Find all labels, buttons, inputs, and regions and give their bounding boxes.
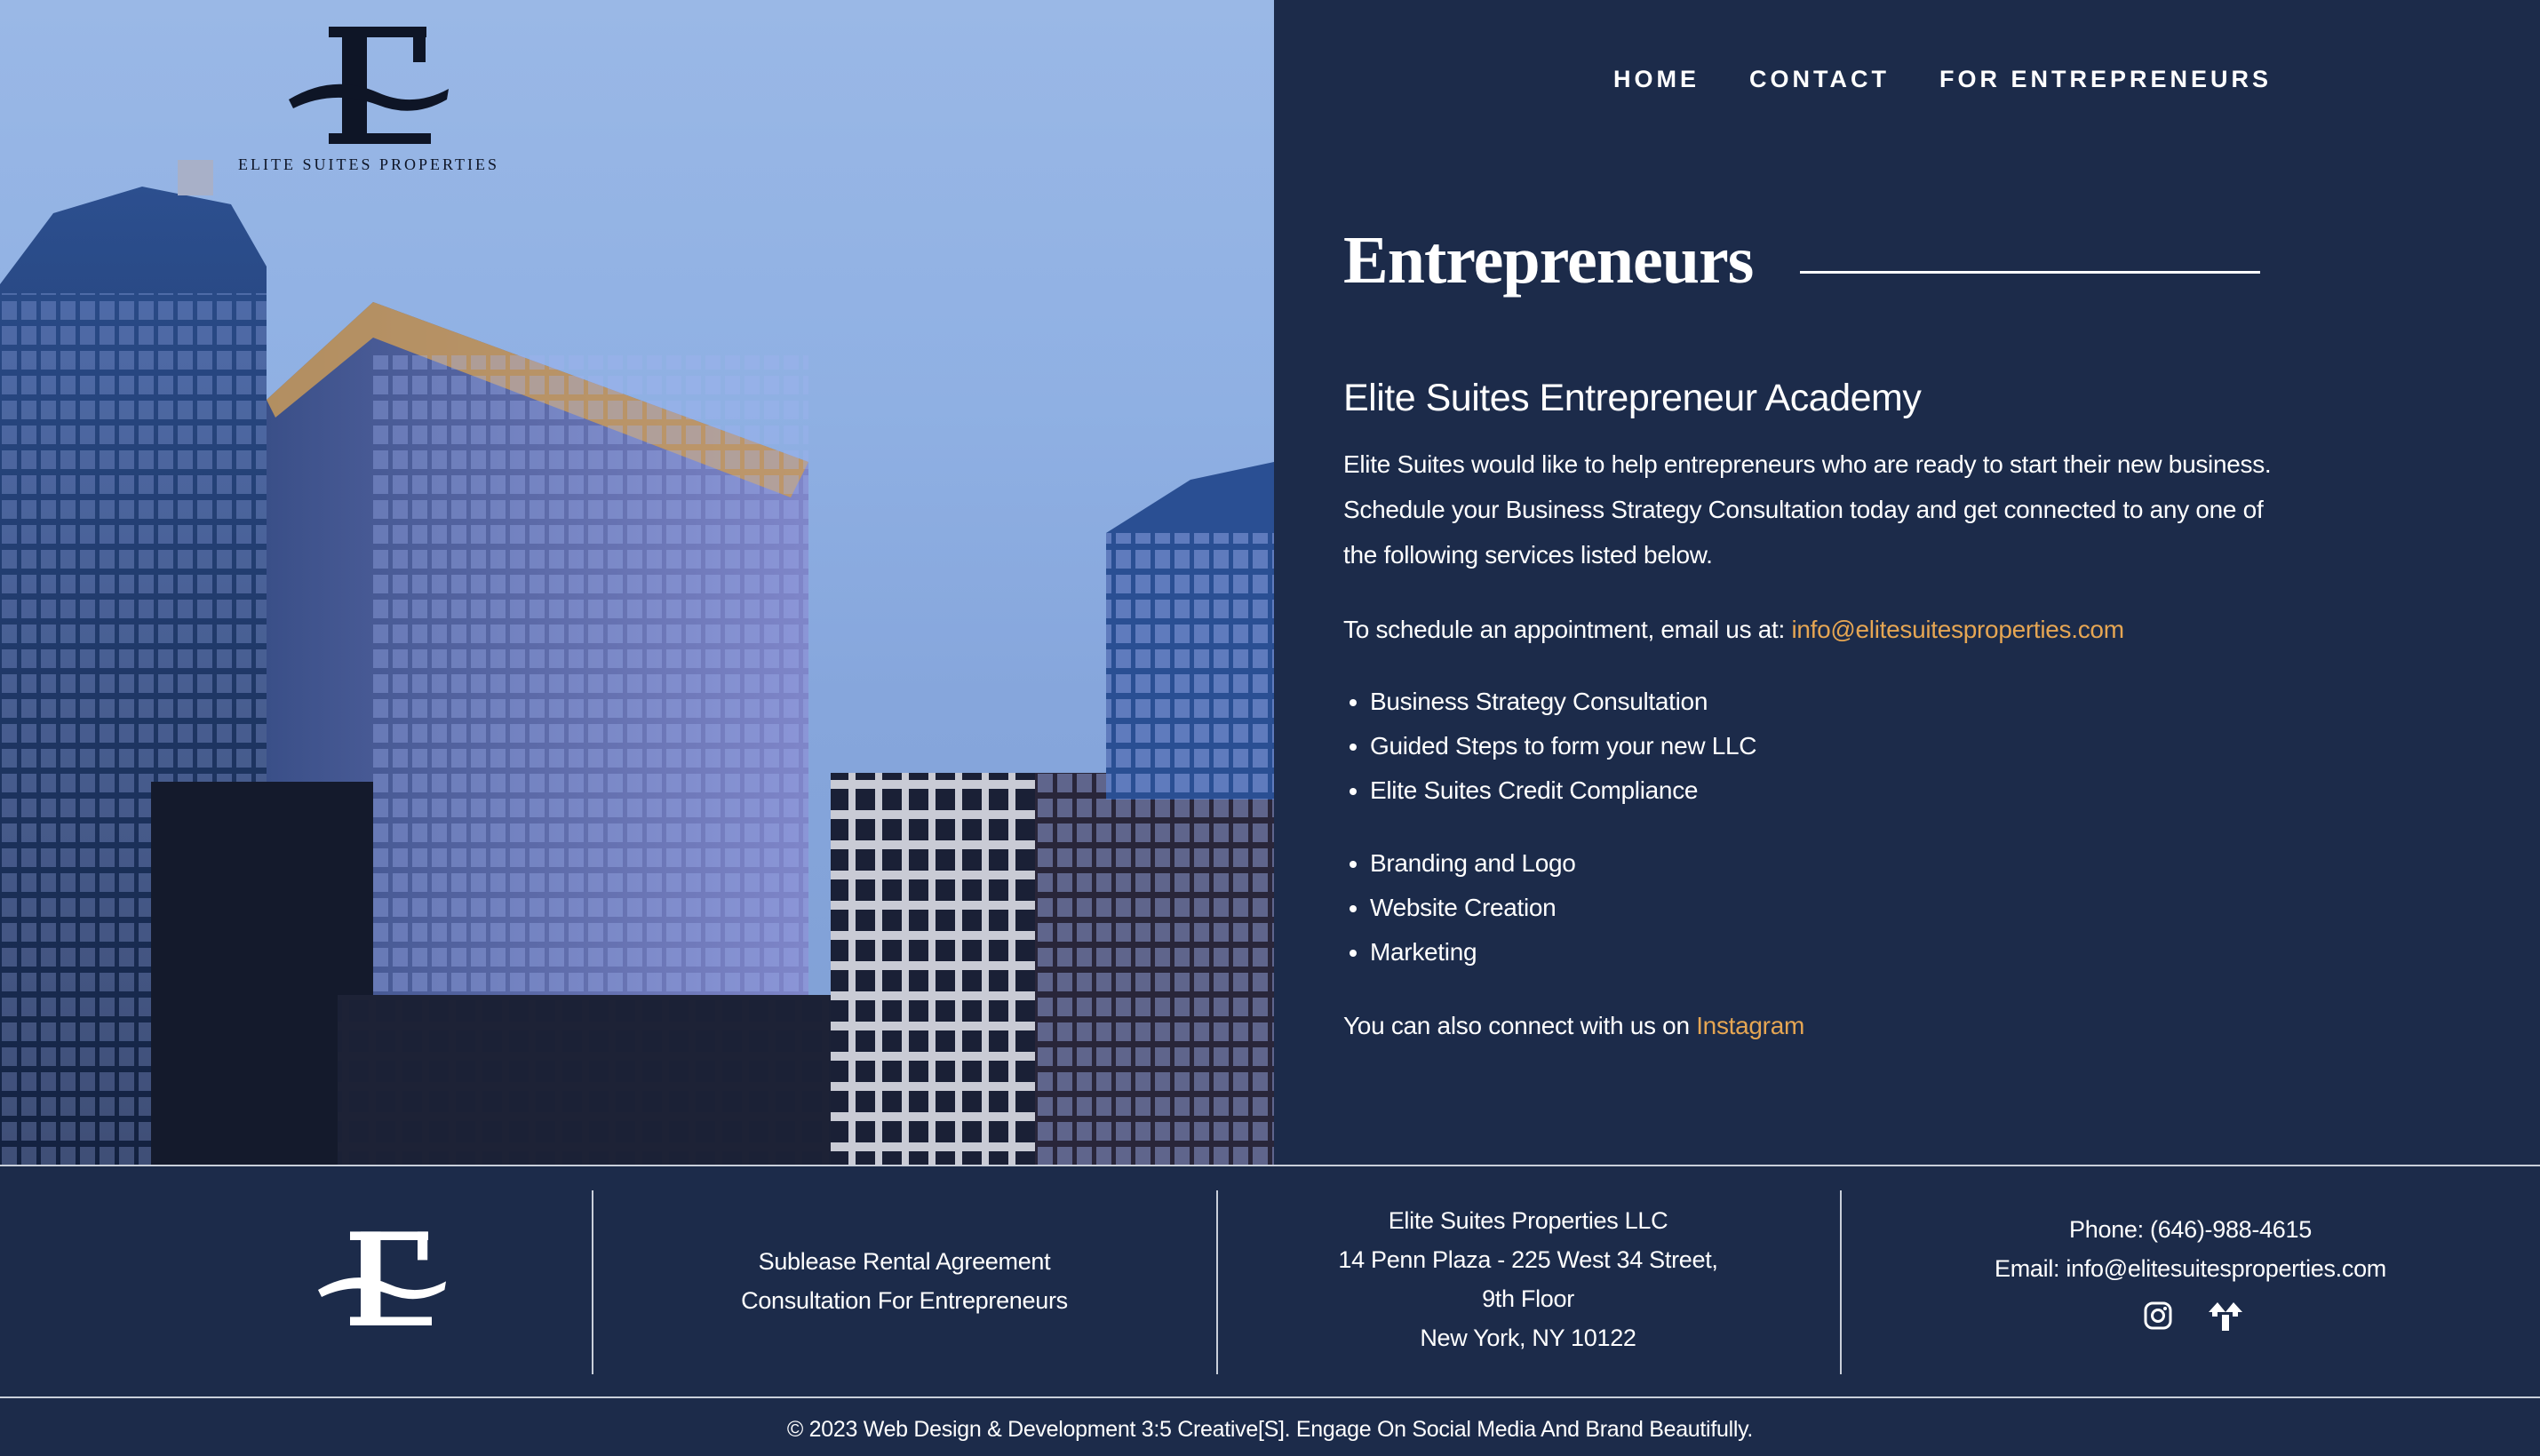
instagram-icon[interactable] bbox=[2143, 1301, 2173, 1331]
footer-email[interactable]: Email: info@elitesuitesproperties.com bbox=[1841, 1249, 2540, 1288]
city-skyline-image bbox=[0, 160, 1274, 1165]
brand-logo[interactable]: ELITE SUITES PROPERTIES bbox=[227, 20, 511, 179]
list-item: Marketing bbox=[1370, 930, 1576, 975]
nav-home[interactable]: HOME bbox=[1613, 66, 1700, 93]
footer-logo-icon[interactable] bbox=[311, 1217, 453, 1341]
footer-link-consultation[interactable]: Consultation For Entrepreneurs bbox=[593, 1281, 1215, 1320]
footer-phone[interactable]: Phone: (646)-988-4615 bbox=[1841, 1210, 2540, 1249]
footer-bottom-divider bbox=[0, 1396, 2540, 1398]
list-item: Website Creation bbox=[1370, 886, 1576, 930]
footer-logo-column bbox=[0, 1190, 592, 1374]
schedule-email-link[interactable]: info@elitesuitesproperties.com bbox=[1791, 616, 2124, 643]
footer-links-column: Sublease Rental Agreement Consultation F… bbox=[593, 1190, 1215, 1374]
intro-paragraph: Elite Suites would like to help entrepre… bbox=[1343, 450, 2272, 569]
content-panel: HOME CONTACT FOR ENTREPRENEURS Entrepren… bbox=[1274, 0, 2540, 1165]
list-item: Elite Suites Credit Compliance bbox=[1370, 768, 1756, 813]
address-line: 14 Penn Plaza - 225 West 34 Street, bbox=[1338, 1246, 1718, 1273]
brand-monogram-icon bbox=[289, 27, 449, 144]
main-nav: HOME CONTACT FOR ENTREPRENEURS bbox=[1613, 66, 2272, 93]
linktree-icon[interactable] bbox=[2208, 1301, 2242, 1331]
list-item: Business Strategy Consultation bbox=[1370, 680, 1756, 724]
title-divider bbox=[1800, 271, 2260, 274]
footer-top-divider bbox=[0, 1165, 2540, 1166]
list-item: Guided Steps to form your new LLC bbox=[1370, 724, 1757, 768]
footer-link-sublease[interactable]: Sublease Rental Agreement bbox=[593, 1242, 1215, 1281]
instagram-link[interactable]: Instagram bbox=[1696, 1012, 1804, 1039]
schedule-text: To schedule an appointment, email us at: bbox=[1343, 616, 1785, 643]
footer-address-column: Elite Suites Properties LLC 14 Penn Plaz… bbox=[1217, 1190, 1839, 1374]
address-line: 9th Floor bbox=[1482, 1285, 1574, 1312]
connect-text: You can also connect with us on bbox=[1343, 1012, 1690, 1039]
hero-city-image: ELITE SUITES PROPERTIES bbox=[0, 0, 1274, 1165]
social-links bbox=[1841, 1301, 2540, 1331]
services-list-1: Business Strategy Consultation Guided St… bbox=[1343, 680, 1757, 813]
address-line: Elite Suites Properties LLC bbox=[1388, 1207, 1668, 1234]
connect-paragraph: You can also connect with us on Instagra… bbox=[1343, 1003, 1804, 1048]
brand-wordmark: ELITE SUITES PROPERTIES bbox=[238, 155, 499, 173]
nav-for-entrepreneurs[interactable]: FOR ENTREPRENEURS bbox=[1939, 66, 2272, 93]
list-item: Branding and Logo bbox=[1370, 841, 1576, 886]
address-line: New York, NY 10122 bbox=[1420, 1325, 1636, 1351]
page-title: Entrepreneurs bbox=[1343, 223, 1754, 298]
services-list-2: Branding and Logo Website Creation Marke… bbox=[1343, 841, 1576, 975]
footer-contact-column: Phone: (646)-988-4615 Email: info@elites… bbox=[1841, 1190, 2540, 1374]
nav-contact[interactable]: CONTACT bbox=[1749, 66, 1890, 93]
schedule-paragraph: To schedule an appointment, email us at:… bbox=[1343, 607, 2124, 652]
copyright-text: © 2023 Web Design & Development 3:5 Crea… bbox=[786, 1417, 1754, 1442]
section-heading: Elite Suites Entrepreneur Academy bbox=[1343, 377, 1922, 419]
